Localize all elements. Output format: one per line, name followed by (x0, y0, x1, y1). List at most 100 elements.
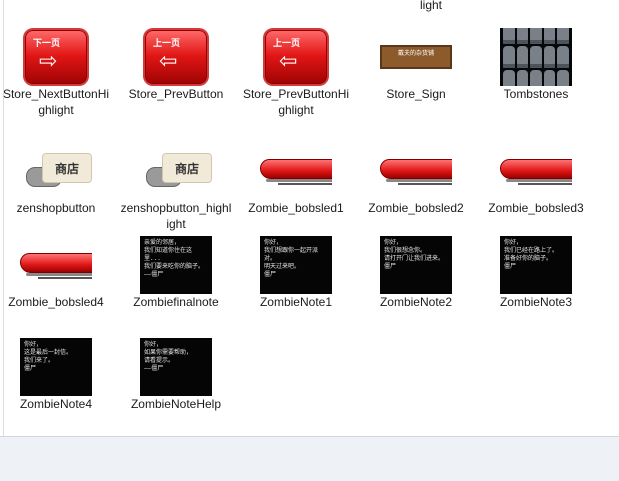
file-thumbnail[interactable] (260, 142, 332, 200)
file-name-label: Zombie_bobsled4 (8, 295, 104, 309)
file-item[interactable]: 商店 zenshopbutton (0, 142, 112, 236)
zombie-bobsled-thumbnail (380, 155, 452, 187)
store-button-thumbnail: 上一页 ⇦ (265, 30, 327, 84)
tombstone-icon (543, 28, 556, 44)
file-name-label: ZombieNoteHelp (130, 397, 222, 411)
bobsled-runner (26, 273, 92, 276)
file-item[interactable]: 你好， 这是最后一封信。 我们来了。 僵尸 ZombieNote4 (0, 338, 112, 432)
tombstone-icon (516, 70, 529, 86)
bobsled-body (500, 159, 572, 179)
file-item[interactable]: Zombie_bobsled1 (240, 142, 352, 236)
tombstone-icon (543, 70, 556, 86)
file-name-label: Store_PrevButtonHighlight (242, 87, 350, 117)
bobsled-runner (506, 179, 572, 182)
file-name-label: Store_NextButtonHighlight (2, 87, 110, 117)
zombie-note-thumbnail: 你好， 这是最后一封信。 我们来了。 僵尸 (20, 338, 92, 396)
file-name-label: Zombie_bobsled1 (248, 201, 344, 215)
file-item[interactable]: 亲爱的邻居， 我们知道你住在这里... 我们要来吃你的脑子。 ——僵尸 Zomb… (120, 236, 232, 330)
file-name-label: zenshopbutton_highlight (120, 201, 232, 231)
zombie-note-thumbnail: 你好， 我们很想念你。 请打开门让我们进来。 僵尸 (380, 236, 452, 294)
file-item[interactable]: 你好， 我们很想念你。 请打开门让我们进来。 僵尸 ZombieNote2 (360, 236, 472, 330)
file-item[interactable]: 上一页 ⇦ Store_PrevButtonHighlight (240, 28, 352, 122)
bobsled-runner (386, 179, 452, 182)
tombstone-icon (503, 70, 515, 86)
file-thumbnail[interactable]: 下一页 ⇨ (20, 28, 92, 86)
file-name-label: ZombieNote3 (499, 295, 573, 309)
bobsled-body (380, 159, 452, 179)
shop-tag: 商店 (42, 153, 92, 183)
file-thumbnail[interactable]: 你好， 我们已经在路上了。 准备好你的脑子。 僵尸 (500, 236, 572, 294)
zombie-note-thumbnail: 亲爱的邻居， 我们知道你住在这里... 我们要来吃你的脑子。 ——僵尸 (140, 236, 212, 294)
bobsled-runner (518, 183, 572, 185)
file-name-label: ZombieNote4 (19, 397, 93, 411)
file-thumbnail[interactable] (500, 28, 572, 86)
file-name-label: Zombiefinalnote (133, 295, 219, 309)
bobsled-body (20, 253, 92, 273)
bobsled-body (260, 159, 332, 179)
file-name-label: Tombstones (503, 87, 569, 101)
bobsled-runner (38, 277, 92, 279)
arrow-icon: ⇨ (39, 48, 58, 73)
file-thumbnail[interactable]: 亲爱的邻居， 我们知道你住在这里... 我们要来吃你的脑子。 ——僵尸 (140, 236, 212, 294)
file-thumbnail[interactable]: 你好， 这是最后一封信。 我们来了。 僵尸 (20, 338, 92, 396)
tombstone-icon (557, 28, 569, 44)
tombstones-thumbnail (500, 28, 572, 86)
arrow-icon: ⇦ (159, 48, 178, 73)
tombstone-icon (503, 28, 515, 44)
zen-shop-thumbnail: 商店 (140, 147, 212, 195)
file-name-label: Zombie_bobsled2 (368, 201, 464, 215)
zombie-note-thumbnail: 你好， 我们想跟你一起开派对。 明天过来吧。 僵尸 (260, 236, 332, 294)
file-thumbnail[interactable]: 商店 (140, 142, 212, 200)
zen-shop-thumbnail: 商店 (20, 147, 92, 195)
bobsled-runner (266, 179, 332, 182)
file-thumbnail[interactable] (500, 142, 572, 200)
zombie-bobsled-thumbnail (500, 155, 572, 187)
zombie-bobsled-thumbnail (20, 249, 92, 281)
file-thumbnail[interactable]: 戴夫的杂货铺 (380, 28, 452, 86)
file-name-label: ZombieNote2 (379, 295, 453, 309)
file-item[interactable]: 戴夫的杂货铺 Store_Sign (360, 28, 472, 122)
file-item[interactable]: 商店 zenshopbutton_highlight (120, 142, 232, 236)
file-thumbnail[interactable] (20, 236, 92, 294)
file-item[interactable]: Zombie_bobsled2 (360, 142, 472, 236)
file-item[interactable]: 上一页 ⇦ Store_PrevButton (120, 28, 232, 122)
file-thumbnail[interactable]: 你好， 如果你需要帮助， 请看提示。 ——僵尸 (140, 338, 212, 396)
file-thumbnail[interactable]: 上一页 ⇦ (140, 28, 212, 86)
file-item[interactable]: 你好， 我们已经在路上了。 准备好你的脑子。 僵尸 ZombieNote3 (480, 236, 592, 330)
file-thumbnail[interactable] (380, 142, 452, 200)
tombstone-icon (543, 46, 556, 68)
file-thumbnail[interactable]: 商店 (20, 142, 92, 200)
tombstone-icon (530, 28, 542, 44)
file-name-label: ZombieNote1 (259, 295, 333, 309)
store-button-thumbnail: 下一页 ⇨ (25, 30, 87, 84)
tombstone-icon (530, 46, 542, 68)
tombstone-icon (516, 28, 529, 44)
zombie-note-thumbnail: 你好， 我们已经在路上了。 准备好你的脑子。 僵尸 (500, 236, 572, 294)
shop-tag: 商店 (162, 153, 212, 183)
tombstone-icon (557, 70, 569, 86)
bobsled-runner (398, 183, 452, 185)
store-button-thumbnail: 上一页 ⇦ (145, 30, 207, 84)
file-name-label: Zombie_bobsled3 (488, 201, 584, 215)
store-sign-thumbnail: 戴夫的杂货铺 (380, 45, 452, 69)
file-item[interactable]: Zombie_bobsled3 (480, 142, 592, 236)
file-thumbnail[interactable]: 上一页 ⇦ (260, 28, 332, 86)
file-item[interactable]: Tombstones (480, 28, 592, 122)
tombstone-icon (557, 46, 569, 68)
status-bar (0, 436, 619, 481)
tombstone-icon (503, 46, 515, 68)
file-thumbnail[interactable]: 你好， 我们很想念你。 请打开门让我们进来。 僵尸 (380, 236, 452, 294)
file-name-label: Store_Sign (386, 87, 446, 101)
tombstone-icon (516, 46, 529, 68)
file-thumbnail[interactable]: 你好， 我们想跟你一起开派对。 明天过来吧。 僵尸 (260, 236, 332, 294)
cropped-filename-label: light (419, 0, 442, 12)
file-name-label: Store_PrevButton (128, 87, 224, 101)
file-item[interactable]: Zombie_bobsled4 (0, 236, 112, 330)
arrow-icon: ⇦ (279, 48, 298, 73)
file-item[interactable]: 你好， 如果你需要帮助， 请看提示。 ——僵尸 ZombieNoteHelp (120, 338, 232, 432)
zombie-note-thumbnail: 你好， 如果你需要帮助， 请看提示。 ——僵尸 (140, 338, 212, 396)
file-item[interactable]: 你好， 我们想跟你一起开派对。 明天过来吧。 僵尸 ZombieNote1 (240, 236, 352, 330)
file-item[interactable]: 下一页 ⇨ Store_NextButtonHighlight (0, 28, 112, 122)
tombstone-icon (530, 70, 542, 86)
zombie-bobsled-thumbnail (260, 155, 332, 187)
